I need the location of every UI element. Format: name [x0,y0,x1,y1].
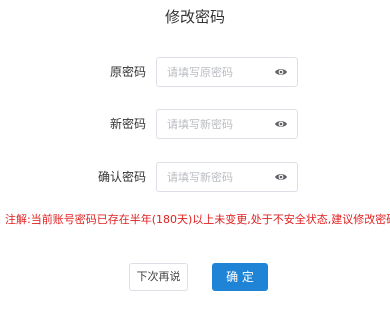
later-button[interactable]: 下次再说 [129,263,188,291]
new-password-input[interactable] [167,110,267,138]
confirm-password-row: 确认密码 [0,162,390,192]
dialog-title: 修改密码 [164,8,225,26]
new-password-field[interactable] [156,109,298,139]
old-password-row: 原密码 [0,57,390,87]
confirm-password-field[interactable] [156,162,298,192]
eye-icon[interactable] [274,66,288,78]
new-password-row: 新密码 [0,109,390,139]
old-password-field[interactable] [156,57,298,87]
new-password-label: 新密码 [109,117,146,131]
confirm-button[interactable]: 确 定 [212,263,268,291]
eye-icon[interactable] [274,171,288,183]
old-password-label: 原密码 [109,65,146,79]
old-password-input[interactable] [167,58,267,86]
confirm-password-input[interactable] [167,163,267,191]
confirm-password-label: 确认密码 [97,170,146,184]
security-notice: 注解:当前账号密码已存在半年(180天)以上未变更,处于不安全状态,建议修改密码… [5,213,390,226]
eye-icon[interactable] [274,118,288,130]
